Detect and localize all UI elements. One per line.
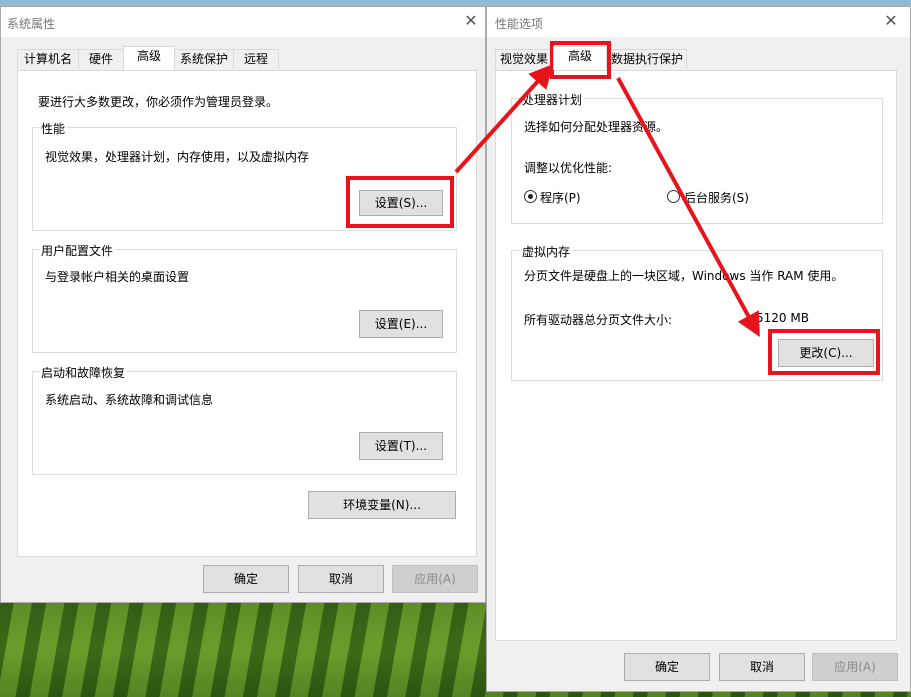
close-icon[interactable]: ✕ xyxy=(461,11,481,31)
cancel-button[interactable]: 取消 xyxy=(719,653,805,681)
admin-note: 要进行大多数更改，你必须作为管理员登录。 xyxy=(38,95,279,109)
tab-bar: 计算机名 硬件 高级 系统保护 远程 xyxy=(1,46,485,71)
startup-recovery-group: 启动和故障恢复 系统启动、系统故障和调试信息 设置(T)... xyxy=(32,364,457,475)
group-title: 性能 xyxy=(39,120,68,137)
tab-remote[interactable]: 远程 xyxy=(233,49,279,69)
programs-radio[interactable] xyxy=(524,190,537,203)
close-icon[interactable]: ✕ xyxy=(881,11,901,31)
group-description: 与登录帐户相关的桌面设置 xyxy=(45,270,190,284)
apply-button[interactable]: 应用(A) xyxy=(812,653,898,681)
group-title: 处理器计划 xyxy=(520,91,585,108)
startup-settings-button[interactable]: 设置(T)... xyxy=(359,432,443,460)
ok-button[interactable]: 确定 xyxy=(624,653,710,681)
group-description: 选择如何分配处理器资源。 xyxy=(524,120,669,134)
tab-visual-effects[interactable]: 视觉效果 xyxy=(495,49,553,69)
performance-options-dialog: 性能选项 ✕ 视觉效果 高级 数据执行保护 处理器计划 选择如何分配处理器资源。… xyxy=(486,6,911,692)
group-title: 用户配置文件 xyxy=(39,242,116,259)
total-paging-value: 5120 MB xyxy=(756,311,809,325)
cancel-button[interactable]: 取消 xyxy=(298,565,384,593)
programs-label[interactable]: 程序(P) xyxy=(540,189,581,206)
environment-variables-button[interactable]: 环境变量(N)... xyxy=(308,491,456,519)
tab-bar: 视觉效果 高级 数据执行保护 xyxy=(487,46,910,71)
tab-panel: 要进行大多数更改，你必须作为管理员登录。 性能 视觉效果，处理器计划，内存使用，… xyxy=(17,70,477,557)
group-title: 启动和故障恢复 xyxy=(39,364,128,381)
group-description: 系统启动、系统故障和调试信息 xyxy=(45,393,214,407)
user-profile-group: 用户配置文件 与登录帐户相关的桌面设置 设置(E)... xyxy=(32,242,457,353)
processor-scheduling-group: 处理器计划 选择如何分配处理器资源。 调整以优化性能: 程序(P) 后台服务(S… xyxy=(511,91,883,224)
background-services-radio[interactable] xyxy=(667,190,680,203)
ok-button[interactable]: 确定 xyxy=(203,565,289,593)
background-services-label[interactable]: 后台服务(S) xyxy=(684,189,749,206)
window-title: 性能选项 xyxy=(495,17,544,31)
tab-advanced[interactable]: 高级 xyxy=(123,46,175,70)
titlebar: 系统属性 ✕ xyxy=(1,7,485,37)
performance-settings-button[interactable]: 设置(S)... xyxy=(359,190,443,216)
total-paging-label: 所有驱动器总分页文件大小: xyxy=(524,313,673,327)
group-description: 视觉效果，处理器计划，内存使用，以及虚拟内存 xyxy=(45,150,310,164)
tab-dep[interactable]: 数据执行保护 xyxy=(607,49,687,69)
optimize-label: 调整以优化性能: xyxy=(524,161,613,175)
tab-advanced[interactable]: 高级 xyxy=(553,46,607,70)
tab-system-protection[interactable]: 系统保护 xyxy=(174,49,234,69)
tab-hardware[interactable]: 硬件 xyxy=(78,49,124,69)
performance-group: 性能 视觉效果，处理器计划，内存使用，以及虚拟内存 设置(S)... xyxy=(32,120,457,231)
tab-computer-name[interactable]: 计算机名 xyxy=(17,49,79,69)
tab-panel: 处理器计划 选择如何分配处理器资源。 调整以优化性能: 程序(P) 后台服务(S… xyxy=(495,70,897,641)
group-title: 虚拟内存 xyxy=(520,243,573,260)
titlebar: 性能选项 ✕ xyxy=(487,7,910,37)
profile-settings-button[interactable]: 设置(E)... xyxy=(359,310,443,338)
change-virtual-memory-button[interactable]: 更改(C)... xyxy=(778,339,874,367)
system-properties-dialog: 系统属性 ✕ 计算机名 硬件 高级 系统保护 远程 要进行大多数更改，你必须作为… xyxy=(0,6,486,603)
virtual-memory-group: 虚拟内存 分页文件是硬盘上的一块区域，Windows 当作 RAM 使用。 所有… xyxy=(511,243,883,381)
window-title: 系统属性 xyxy=(7,17,56,31)
group-description: 分页文件是硬盘上的一块区域，Windows 当作 RAM 使用。 xyxy=(524,269,844,283)
apply-button[interactable]: 应用(A) xyxy=(392,565,478,593)
